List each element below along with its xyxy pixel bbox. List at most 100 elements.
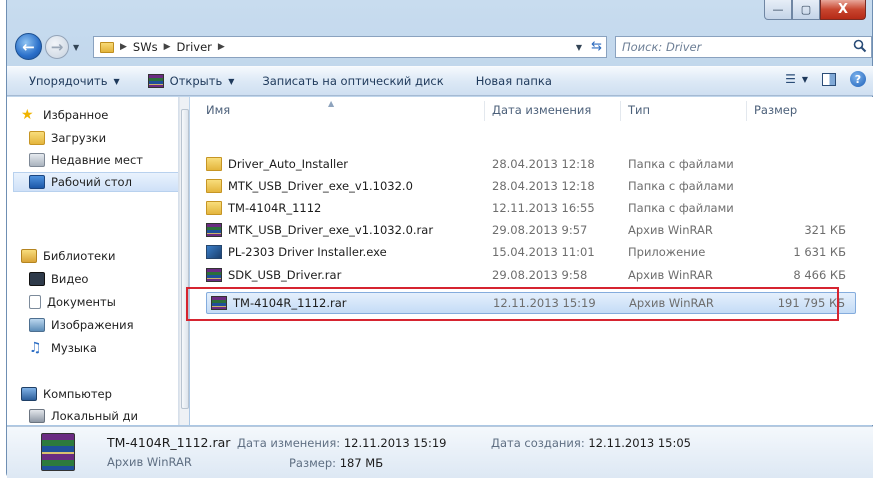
nav-local-disk-label: Локальный ди <box>51 409 138 423</box>
toolbar-right: ☰ ▼ ? <box>785 71 866 87</box>
breadcrumb-driver[interactable]: Driver <box>177 40 212 54</box>
file-row[interactable]: MTK_USB_Driver_exe_v1.1032.0.rar 29.08.2… <box>206 220 856 239</box>
nav-documents-label: Документы <box>47 295 116 309</box>
forward-button[interactable]: → <box>45 35 69 59</box>
details-pane: TM-4104R_1112.rar Архив WinRAR Дата изме… <box>7 426 873 478</box>
nav-documents[interactable]: Документы <box>29 292 116 312</box>
details-size-value: 187 МБ <box>339 456 384 470</box>
nav-favorites[interactable]: ★ Избранное <box>21 105 108 125</box>
file-date: 12.11.2013 16:55 <box>492 200 595 215</box>
images-icon <box>29 318 45 332</box>
folder-icon <box>100 41 114 53</box>
burn-disc-button[interactable]: Записать на оптический диск <box>252 69 453 93</box>
navigation-scrollbar[interactable] <box>179 97 189 425</box>
details-created: Дата создания: 12.11.2013 15:05 <box>491 436 691 450</box>
details-size: Размер: 187 МБ <box>289 456 383 470</box>
new-folder-button[interactable]: Новая папка <box>466 69 562 93</box>
winrar-icon <box>206 222 222 237</box>
details-file-type: Архив WinRAR <box>107 455 192 469</box>
nav-music[interactable]: ♫ Музыка <box>29 338 97 358</box>
column-divider[interactable] <box>746 101 747 121</box>
address-dropdown-icon[interactable]: ▼ <box>576 43 582 52</box>
minimize-button[interactable]: — <box>764 0 792 20</box>
file-list: Имя ▲ Дата изменения Тип Размер Driver_A… <box>190 97 873 425</box>
chevron-down-icon: ▼ <box>228 76 235 86</box>
refresh-icon[interactable]: ⇆ <box>591 39 602 54</box>
file-name: MTK_USB_Driver_exe_v1.1032.0 <box>228 178 413 193</box>
file-name: Driver_Auto_Installer <box>228 156 349 171</box>
breadcrumb-separator-icon[interactable]: ▶ <box>120 42 127 52</box>
close-button[interactable]: X <box>820 0 866 20</box>
back-button[interactable]: ← <box>15 33 42 60</box>
file-date: 28.04.2013 12:18 <box>492 156 595 171</box>
nav-computer-label: Компьютер <box>43 387 112 401</box>
nav-libraries[interactable]: Библиотеки <box>21 246 116 266</box>
folder-icon <box>206 200 222 215</box>
details-modified: Дата изменения: 12.11.2013 15:19 <box>237 436 446 450</box>
file-row[interactable]: MTK_USB_Driver_exe_v1.1032.0 28.04.2013 … <box>206 176 856 195</box>
libraries-icon <box>21 249 37 263</box>
winrar-icon <box>147 74 164 88</box>
breadcrumb-sws[interactable]: SWs <box>133 40 158 54</box>
column-header-name[interactable]: Имя <box>206 97 230 123</box>
open-label: Открыть <box>169 74 223 88</box>
file-row[interactable]: SDK_USB_Driver.rar 29.08.2013 9:58 Архив… <box>206 265 856 284</box>
file-size: 321 КБ <box>804 222 846 237</box>
file-size: 8 466 КБ <box>793 267 846 282</box>
explorer-window: — ▢ X ← → ▼ ▶ SWs ▶ Driver ▶ ▼ ⇆ Поиск: … <box>6 0 873 478</box>
arrow-left-icon: ← <box>22 37 35 56</box>
address-row: ← → ▼ ▶ SWs ▶ Driver ▶ ▼ ⇆ Поиск: Driver <box>7 30 873 64</box>
maximize-button[interactable]: ▢ <box>792 0 820 20</box>
nav-local-disk[interactable]: Локальный ди <box>29 406 138 425</box>
column-header-size[interactable]: Размер <box>754 97 797 123</box>
details-modified-label: Дата изменения: <box>237 436 341 450</box>
details-created-value: 12.11.2013 15:05 <box>588 436 692 450</box>
computer-icon <box>21 387 37 401</box>
nav-music-label: Музыка <box>51 341 97 355</box>
search-input[interactable]: Поиск: Driver <box>615 36 872 58</box>
arrow-right-icon: → <box>50 38 64 56</box>
chevron-down-icon: ▼ <box>801 74 808 84</box>
nav-video[interactable]: Видео <box>29 269 88 289</box>
nav-computer[interactable]: Компьютер <box>21 384 112 404</box>
nav-recent[interactable]: Недавние мест <box>29 150 143 170</box>
nav-recent-label: Недавние мест <box>51 153 143 167</box>
file-row[interactable]: TM-4104R_1112 12.11.2013 16:55 Папка с ф… <box>206 198 856 217</box>
folder-icon <box>206 156 222 171</box>
file-name: PL-2303 Driver Installer.exe <box>228 244 387 259</box>
nav-images[interactable]: Изображения <box>29 315 134 335</box>
file-size: 1 631 КБ <box>793 244 846 259</box>
file-name: TM-4104R_1112 <box>228 200 322 215</box>
nav-favorites-label: Избранное <box>43 108 109 122</box>
view-options-button[interactable]: ☰ ▼ <box>785 72 808 86</box>
nav-video-label: Видео <box>51 272 89 286</box>
downloads-folder-icon <box>29 131 45 145</box>
search-icon[interactable] <box>853 39 867 53</box>
file-row[interactable]: PL-2303 Driver Installer.exe 15.04.2013 … <box>206 242 856 261</box>
column-divider[interactable] <box>484 101 485 121</box>
organize-button[interactable]: Упорядочить ▼ <box>7 69 130 93</box>
window-controls: — ▢ X <box>764 0 866 22</box>
nav-desktop[interactable]: Рабочий стол <box>13 172 178 192</box>
highlight-annotation-box <box>186 287 839 321</box>
video-icon <box>29 272 45 286</box>
breadcrumb-separator-icon[interactable]: ▶ <box>164 42 171 52</box>
scrollbar-thumb[interactable] <box>181 109 189 409</box>
address-bar[interactable]: ▶ SWs ▶ Driver ▶ ▼ ⇆ <box>93 36 607 58</box>
breadcrumb-separator-icon[interactable]: ▶ <box>218 42 225 52</box>
column-header-date[interactable]: Дата изменения <box>492 97 591 123</box>
recent-places-icon <box>29 153 45 167</box>
help-icon[interactable]: ? <box>850 71 866 87</box>
file-name: SDK_USB_Driver.rar <box>228 267 342 282</box>
preview-pane-icon[interactable] <box>822 72 836 86</box>
recent-pages-dropdown[interactable]: ▼ <box>73 43 79 52</box>
search-placeholder: Поиск: Driver <box>622 40 702 54</box>
column-header-type[interactable]: Тип <box>628 97 650 123</box>
file-type: Архив WinRAR <box>628 267 713 282</box>
open-button[interactable]: Открыть ▼ <box>138 69 245 93</box>
nav-downloads[interactable]: Загрузки <box>29 128 106 148</box>
star-icon: ★ <box>21 107 34 123</box>
file-row[interactable]: Driver_Auto_Installer 28.04.2013 12:18 П… <box>206 154 856 173</box>
column-divider[interactable] <box>620 101 621 121</box>
file-date: 29.08.2013 9:57 <box>492 222 588 237</box>
